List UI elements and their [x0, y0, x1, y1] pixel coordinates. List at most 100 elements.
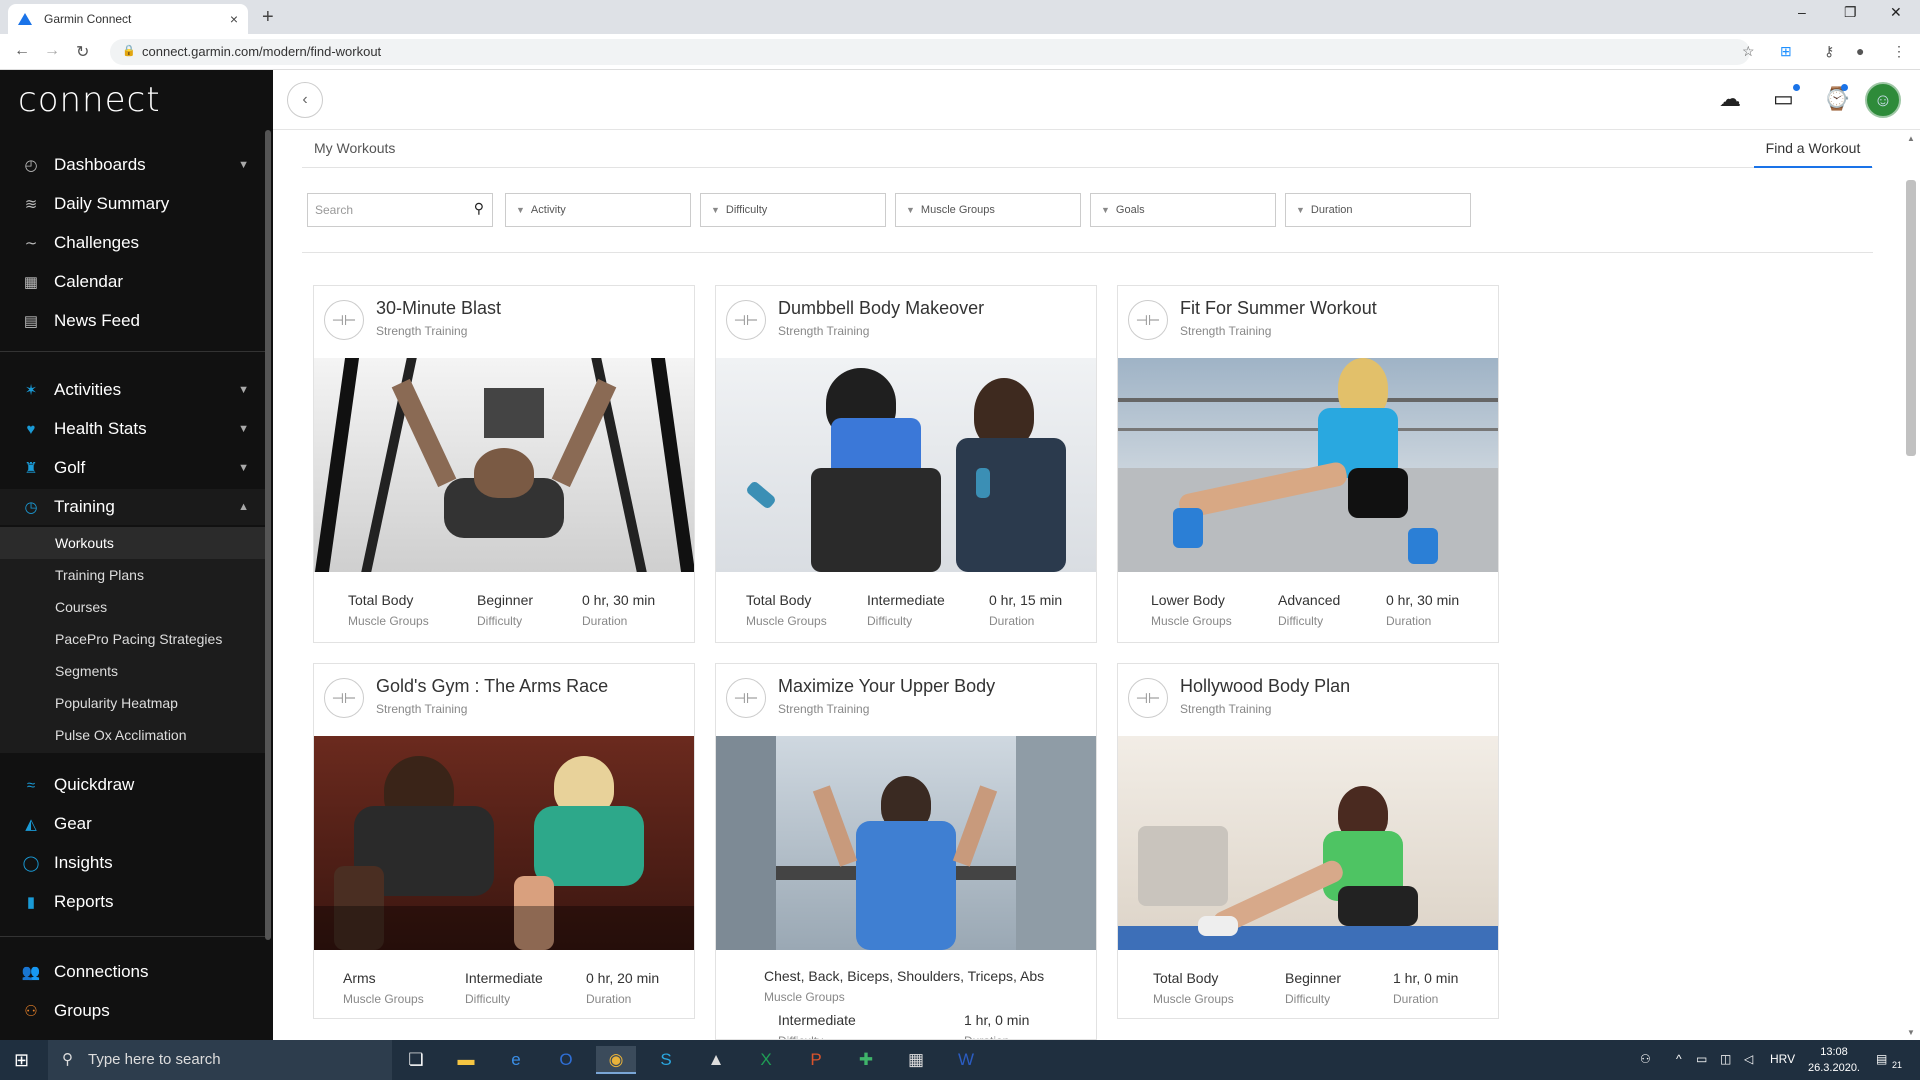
- app-icon[interactable]: ✚: [846, 1046, 886, 1074]
- collapse-sidebar-button[interactable]: ‹: [287, 82, 323, 118]
- workout-image[interactable]: [716, 736, 1096, 950]
- taskbar-search-placeholder: Type here to search: [88, 1051, 221, 1068]
- submenu-item-workouts[interactable]: Workouts: [0, 527, 265, 559]
- menu-dots-icon[interactable]: ⋮: [1892, 43, 1906, 60]
- task-view-icon[interactable]: ❏: [396, 1046, 436, 1074]
- stat-label: Muscle Groups: [1151, 614, 1232, 628]
- sidebar-item-golf[interactable]: ♜ Golf ▼: [0, 450, 265, 486]
- taskbar-search-input[interactable]: ⚲ Type here to search: [48, 1040, 392, 1080]
- sidebar-scrollbar[interactable]: [265, 130, 271, 940]
- workout-card[interactable]: ⊣⊢ Hollywood Body Plan Strength Training…: [1117, 663, 1499, 1019]
- skype-icon[interactable]: S: [646, 1046, 686, 1074]
- word-icon[interactable]: W: [946, 1046, 986, 1074]
- sidebar-item-quickdraw[interactable]: ≈ Quickdraw: [0, 767, 265, 803]
- tab-find-workout[interactable]: Find a Workout: [1754, 130, 1872, 168]
- workout-title[interactable]: Fit For Summer Workout: [1180, 298, 1377, 319]
- workout-title[interactable]: Maximize Your Upper Body: [778, 676, 995, 697]
- notification-center-icon[interactable]: ▤: [1876, 1052, 1887, 1066]
- avatar[interactable]: ☺: [1865, 82, 1901, 118]
- tab-my-workouts[interactable]: My Workouts: [314, 140, 395, 156]
- chrome-icon[interactable]: ◉: [596, 1046, 636, 1074]
- scroll-up-icon[interactable]: ▲: [1907, 134, 1915, 143]
- submenu-item-popularity-heatmap[interactable]: Popularity Heatmap: [0, 687, 265, 719]
- file-explorer-icon[interactable]: ▬: [446, 1046, 486, 1074]
- sidebar-item-challenges[interactable]: ∼ Challenges: [0, 225, 265, 261]
- internet-explorer-icon[interactable]: e: [496, 1046, 536, 1074]
- sidebar-item-connections[interactable]: 👥 Connections: [0, 954, 265, 990]
- show-hidden-icons[interactable]: ^: [1676, 1052, 1682, 1066]
- network-icon[interactable]: ◫: [1720, 1052, 1731, 1066]
- taskbar-clock[interactable]: 13:08 26.3.2020.: [1808, 1044, 1860, 1076]
- back-arrow-icon[interactable]: ←: [14, 42, 30, 60]
- connect-logo[interactable]: connect: [18, 80, 161, 120]
- photos-icon[interactable]: ▲: [696, 1046, 736, 1074]
- sidebar-item-health-stats[interactable]: ♥ Health Stats ▼: [0, 411, 265, 447]
- reload-icon[interactable]: ↻: [76, 42, 89, 62]
- profile-icon[interactable]: ●: [1856, 43, 1864, 59]
- submenu-item-pulse-ox[interactable]: Pulse Ox Acclimation: [0, 719, 265, 751]
- sidebar-item-gear[interactable]: ◭ Gear: [0, 806, 265, 842]
- tab-close-icon[interactable]: ×: [230, 11, 238, 27]
- workout-title[interactable]: 30-Minute Blast: [376, 298, 501, 319]
- submenu-item-courses[interactable]: Courses: [0, 591, 265, 623]
- sidebar-item-news-feed[interactable]: ▤ News Feed: [0, 303, 265, 339]
- duration-filter[interactable]: ▼ Duration: [1285, 193, 1471, 227]
- workout-image[interactable]: [314, 358, 694, 572]
- calculator-icon[interactable]: ▦: [896, 1046, 936, 1074]
- workout-title[interactable]: Gold's Gym : The Arms Race: [376, 676, 608, 697]
- language-indicator[interactable]: HRV: [1770, 1052, 1795, 1066]
- workout-card[interactable]: ⊣⊢ 30-Minute Blast Strength Training Tot…: [313, 285, 695, 643]
- sidebar-item-groups[interactable]: ⚇ Groups: [0, 993, 265, 1029]
- workout-image[interactable]: [716, 358, 1096, 572]
- stat-label: Duration: [1386, 614, 1432, 628]
- sidebar-item-dashboards[interactable]: ◴ Dashboards ▼: [0, 147, 265, 183]
- workout-image[interactable]: [314, 736, 694, 950]
- sidebar-item-activities[interactable]: ✶ Activities ▼: [0, 372, 265, 408]
- heart-icon: ♥: [26, 420, 36, 438]
- page-scrollbar[interactable]: [1906, 180, 1916, 456]
- workout-title[interactable]: Dumbbell Body Makeover: [778, 298, 984, 319]
- sidebar-item-daily-summary[interactable]: ≋ Daily Summary: [0, 186, 265, 222]
- people-tray-icon[interactable]: ⚇: [1640, 1052, 1651, 1066]
- search-icon[interactable]: ⚲: [474, 200, 484, 217]
- outlook-icon[interactable]: O: [546, 1046, 586, 1074]
- workout-title[interactable]: Hollywood Body Plan: [1180, 676, 1350, 697]
- submenu-item-segments[interactable]: Segments: [0, 655, 265, 687]
- workout-card[interactable]: ⊣⊢ Gold's Gym : The Arms Race Strength T…: [313, 663, 695, 1019]
- url-field[interactable]: 🔒 connect.garmin.com/modern/find-workout: [110, 39, 1750, 65]
- submenu-item-training-plans[interactable]: Training Plans: [0, 559, 265, 591]
- difficulty-filter[interactable]: ▼ Difficulty: [700, 193, 886, 227]
- sidebar-item-training[interactable]: ◷ Training ▲: [0, 489, 265, 525]
- workout-image[interactable]: [1118, 358, 1498, 572]
- forward-arrow-icon[interactable]: →: [44, 42, 60, 60]
- goals-filter[interactable]: ▼ Goals: [1090, 193, 1276, 227]
- windows-start-icon[interactable]: ⊞: [14, 1050, 29, 1071]
- submenu-item-pacepro[interactable]: PacePro Pacing Strategies: [0, 623, 265, 655]
- activity-filter[interactable]: ▼ Activity: [505, 193, 691, 227]
- battery-icon[interactable]: ▭: [1696, 1052, 1707, 1066]
- minimize-button[interactable]: –: [1798, 4, 1806, 20]
- volume-icon[interactable]: ◁: [1744, 1052, 1753, 1066]
- powerpoint-icon[interactable]: P: [796, 1046, 836, 1074]
- sidebar-item-calendar[interactable]: ▦ Calendar: [0, 264, 265, 300]
- workout-card[interactable]: ⊣⊢ Dumbbell Body Makeover Strength Train…: [715, 285, 1097, 643]
- excel-icon[interactable]: X: [746, 1046, 786, 1074]
- upload-cloud-icon[interactable]: ☁: [1719, 86, 1741, 112]
- sidebar-item-label: Training: [54, 497, 115, 516]
- scroll-down-icon[interactable]: ▼: [1907, 1028, 1915, 1037]
- workout-image[interactable]: [1118, 736, 1498, 950]
- restore-button[interactable]: ❐: [1844, 4, 1857, 21]
- new-tab-button[interactable]: +: [262, 6, 274, 29]
- muscle-groups-filter[interactable]: ▼ Muscle Groups: [895, 193, 1081, 227]
- inbox-icon[interactable]: ▭: [1773, 86, 1794, 112]
- workout-card[interactable]: ⊣⊢ Fit For Summer Workout Strength Train…: [1117, 285, 1499, 643]
- key-icon[interactable]: ⚷: [1824, 43, 1834, 60]
- close-window-button[interactable]: ✕: [1890, 4, 1902, 21]
- sidebar-item-reports[interactable]: ▮ Reports: [0, 884, 265, 920]
- sidebar-item-insights[interactable]: ◯ Insights: [0, 845, 265, 881]
- search-input[interactable]: Search ⚲: [307, 193, 493, 227]
- bookmark-star-icon[interactable]: ☆: [1742, 43, 1755, 60]
- workout-card[interactable]: ⊣⊢ Maximize Your Upper Body Strength Tra…: [715, 663, 1097, 1040]
- windows-extension-icon[interactable]: ⊞: [1780, 43, 1792, 60]
- browser-tab[interactable]: Garmin Connect ×: [8, 4, 248, 34]
